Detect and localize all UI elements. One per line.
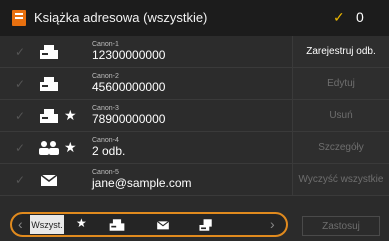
fax-icon <box>40 77 58 91</box>
contact-number: 12300000000 <box>92 48 166 62</box>
address-list: ✓ Canon-1 12300000000 ✓ Canon-2 45600000… <box>0 36 292 196</box>
favorite-star-icon: ★ <box>64 139 77 155</box>
fax-icon <box>40 109 58 123</box>
favorite-star-icon: ★ <box>64 107 77 123</box>
checkmark-icon: ✓ <box>333 9 345 25</box>
filter-bar: ‹ Wszyst. ★ › <box>10 212 288 237</box>
contact-name: Canon-2 <box>92 73 119 80</box>
contact-name: Canon-4 <box>92 137 119 144</box>
prev-arrow-icon[interactable]: ‹ <box>18 216 23 233</box>
list-item[interactable]: ✓ ★ Canon-3 78900000000 <box>0 100 292 132</box>
checkbox-icon[interactable]: ✓ <box>15 109 25 123</box>
checkbox-icon[interactable]: ✓ <box>15 77 25 91</box>
delete-button[interactable]: Usuń <box>292 100 389 132</box>
fax-icon <box>40 45 58 59</box>
clear-all-button[interactable]: Wyczyść wszystkie <box>292 164 389 196</box>
edit-button[interactable]: Edytuj <box>292 68 389 100</box>
contact-number: 78900000000 <box>92 112 166 126</box>
details-button[interactable]: Szczegóły <box>292 132 389 164</box>
list-item[interactable]: ✓ Canon-5 jane@sample.com <box>0 164 292 196</box>
checkbox-icon[interactable]: ✓ <box>15 173 25 187</box>
contact-name: Canon-1 <box>92 41 119 48</box>
title-bar: Książka adresowa (wszystkie) ✓ 0 <box>0 0 389 36</box>
checkbox-icon[interactable]: ✓ <box>15 141 25 155</box>
action-panel: Zarejestruj odb. Edytuj Usuń Szczegóły W… <box>292 36 389 196</box>
list-item[interactable]: ✓ Canon-2 45600000000 <box>0 68 292 100</box>
group-icon <box>39 141 59 155</box>
contact-number: 45600000000 <box>92 80 166 94</box>
contact-number: 2 odb. <box>92 144 126 158</box>
address-book-icon <box>12 10 26 26</box>
favorites-filter-icon[interactable]: ★ <box>76 216 87 233</box>
contact-number: jane@sample.com <box>92 176 192 190</box>
selected-count: 0 <box>356 9 364 25</box>
next-arrow-icon[interactable]: › <box>270 216 275 233</box>
email-filter-icon[interactable] <box>155 219 171 231</box>
list-item[interactable]: ✓ Canon-1 12300000000 <box>0 36 292 68</box>
list-item[interactable]: ✓ ★ Canon-4 2 odb. <box>0 132 292 164</box>
register-recipient-button[interactable]: Zarejestruj odb. <box>292 36 389 68</box>
checkbox-icon[interactable]: ✓ <box>15 45 25 59</box>
apply-button[interactable]: Zastosuj <box>302 216 380 236</box>
email-icon <box>40 174 58 186</box>
contact-name: Canon-5 <box>92 169 119 176</box>
filter-all-tab[interactable]: Wszyst. <box>30 215 64 234</box>
page-title: Książka adresowa (wszystkie) <box>34 10 208 25</box>
file-server-filter-icon[interactable] <box>197 217 215 233</box>
contact-name: Canon-3 <box>92 105 119 112</box>
fax-filter-icon[interactable] <box>108 218 126 232</box>
